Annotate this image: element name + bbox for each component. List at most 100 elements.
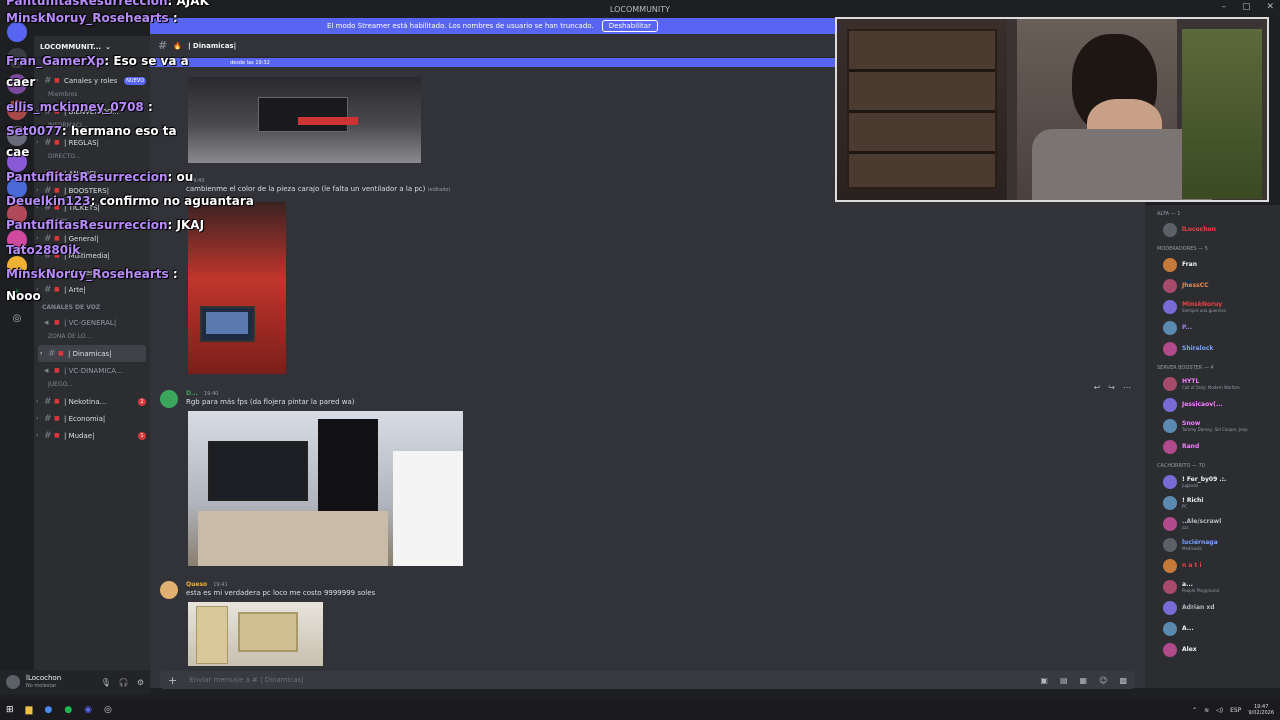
input-language[interactable]: ESP — [1230, 707, 1241, 714]
add-server-icon[interactable]: + — [7, 282, 27, 302]
server-icon[interactable] — [7, 48, 27, 68]
channel-sidebar: LOCOMMUNIT... ⌄ Mejoras › # ■ Canales y role… — [34, 36, 150, 688]
member-item[interactable]: n a t i — [1145, 555, 1280, 576]
server-icon[interactable] — [7, 74, 27, 94]
message-composer[interactable]: + Enviar mensaje a # | Dinamicas| ▣ ▤ ▦ … — [160, 671, 1135, 689]
channel-item[interactable]: › # ■ | ANUNCI... — [34, 165, 150, 182]
message-image[interactable] — [188, 411, 463, 566]
avatar[interactable] — [6, 675, 20, 689]
discord-icon[interactable]: ◉ — [84, 705, 92, 715]
avatar[interactable] — [160, 581, 178, 599]
forward-icon[interactable]: ↪ — [1108, 383, 1115, 392]
channel-item[interactable]: › # ■ | Nekotina... 2 — [34, 393, 150, 410]
server-header[interactable]: LOCOMMUNIT... ⌄ — [34, 36, 150, 58]
member-item[interactable]: Rand — [1145, 436, 1280, 457]
headphones-icon[interactable]: 🎧 — [119, 678, 129, 687]
channel-item[interactable]: › # ■ | BIENVENIDO... — [34, 103, 150, 120]
channel-item[interactable]: › # ■ | TICKETS| — [34, 199, 150, 216]
message-input[interactable]: Enviar mensaje a # | Dinamicas| — [189, 676, 303, 684]
channel-item[interactable]: › # ■ | BOOSTERS| — [34, 182, 150, 199]
spotify-icon[interactable]: ● — [64, 705, 72, 715]
apps-icon[interactable]: ▩ — [1119, 676, 1127, 685]
channel-item[interactable]: › # ■ | Mudae| 1 — [34, 427, 150, 444]
message-image[interactable] — [188, 77, 421, 163]
avatar[interactable] — [160, 390, 178, 408]
member-item[interactable]: Shiralock — [1145, 338, 1280, 359]
emoji-icon: ■ — [54, 415, 60, 422]
member-name: luciérnaga — [1182, 538, 1218, 546]
message-author[interactable]: D... — [186, 390, 198, 397]
server-icon[interactable] — [7, 230, 27, 250]
gift-icon[interactable]: ▣ — [1040, 676, 1048, 685]
member-item[interactable]: ..Ale/scrawl zzz — [1145, 513, 1280, 534]
mute-icon[interactable]: 🎙 — [101, 678, 111, 687]
channel-item[interactable]: › # ■ | Arte| — [34, 281, 150, 298]
volume-icon[interactable]: ◁) — [1216, 707, 1223, 714]
server-icon[interactable] — [7, 126, 27, 146]
channel-item[interactable]: › # ■ | Memes| — [34, 264, 150, 281]
hash-icon: # — [44, 267, 52, 278]
wifi-icon[interactable]: ≋ — [1204, 707, 1209, 714]
channel-item[interactable]: › # ■ | Economia| — [34, 410, 150, 427]
voice-category[interactable]: CANALES DE VOZ — [34, 298, 150, 314]
channel-item[interactable]: › # ■ | General| — [34, 230, 150, 247]
more-icon[interactable]: ⋯ — [1123, 383, 1131, 392]
chevron-up-icon[interactable]: ⌃ — [1192, 707, 1197, 714]
chat-message[interactable]: D... 19:40 Rgb para más fps (da flojera … — [160, 390, 355, 408]
message-image[interactable] — [188, 602, 323, 666]
gear-icon[interactable]: ⚙ — [137, 678, 144, 687]
emoji-icon[interactable]: ☺ — [1099, 676, 1107, 685]
member-item[interactable]: Fran — [1145, 254, 1280, 275]
message-image[interactable] — [188, 202, 286, 374]
disable-streamer-button[interactable]: Deshabilitar — [601, 20, 658, 32]
member-item[interactable]: P... — [1145, 317, 1280, 338]
member-item[interactable]: JhessCC — [1145, 275, 1280, 296]
server-icon[interactable] — [7, 152, 27, 172]
maximize-button[interactable]: ▢ — [1242, 2, 1251, 12]
discord-home-icon[interactable] — [7, 22, 27, 42]
channel-item[interactable]: › # ■ Canales y roles NUEVO — [34, 72, 150, 89]
chrome-icon[interactable]: ● — [44, 705, 52, 715]
minimize-button[interactable]: – — [1221, 2, 1226, 12]
message-author[interactable]: Queso — [186, 581, 207, 588]
obs-icon[interactable]: ◎ — [104, 705, 112, 715]
chat-message[interactable]: 19:40 cambienme el color de la pieza car… — [160, 177, 450, 195]
member-item[interactable]: ! Richi PC — [1145, 492, 1280, 513]
server-icon[interactable] — [7, 256, 27, 276]
member-item[interactable]: Jessicaov(... — [1145, 394, 1280, 415]
add-attachment-icon[interactable]: + — [168, 674, 177, 687]
sticker-icon[interactable]: ▦ — [1080, 676, 1088, 685]
server-icon[interactable] — [7, 100, 27, 120]
member-item[interactable]: A... — [1145, 618, 1280, 639]
member-name: A... — [1182, 625, 1194, 632]
clock[interactable]: 19:47 9/02/2026 — [1248, 704, 1274, 716]
server-icon[interactable] — [7, 204, 27, 224]
server-icon[interactable] — [7, 178, 27, 198]
member-item[interactable]: Alex — [1145, 639, 1280, 660]
file-explorer-icon[interactable]: ▆ — [26, 705, 33, 715]
member-item[interactable]: luciérnaga Medicesib — [1145, 534, 1280, 555]
channel-item[interactable]: › # ■ | Dinamicas| — [38, 345, 146, 362]
member-item[interactable]: lLocochon — [1145, 219, 1280, 240]
explore-icon[interactable]: ◎ — [7, 308, 27, 328]
member-item[interactable]: MinskNoruy Siempre una guerrera — [1145, 296, 1280, 317]
chat-message[interactable]: Queso 19:41 esta es mi verdadera pc loco… — [160, 581, 375, 599]
member-name: Fran — [1182, 261, 1197, 268]
channel-item[interactable]: ◂ ■ | VC-GENERAL| — [34, 314, 150, 331]
member-item[interactable]: a... People Playground — [1145, 576, 1280, 597]
member-item[interactable]: Snow Tommy Darney, Sid Cooper, Jeep — [1145, 415, 1280, 436]
reply-icon[interactable]: ↩ — [1094, 383, 1101, 392]
member-item[interactable]: HYTL Call of Duty: Modern Warfare — [1145, 373, 1280, 394]
close-button[interactable]: ✕ — [1266, 2, 1274, 12]
hash-icon: # — [44, 233, 52, 244]
voice-channel-list: ◂ ■ | VC-GENERAL| ZONA DE LO... › # ■ | Dinamic… — [34, 314, 150, 444]
chevron-right-icon: › — [36, 398, 39, 405]
member-item[interactable]: ! Fer_by09 .:. jugando — [1145, 471, 1280, 492]
emoji-icon: ■ — [58, 350, 64, 357]
member-item[interactable]: Adrian xd — [1145, 597, 1280, 618]
channel-item[interactable]: › # ■ | Multimedia| — [34, 247, 150, 264]
channel-item[interactable]: ◂ ■ | VC-DINAMICA... — [34, 362, 150, 379]
windows-start-icon[interactable]: ⊞ — [6, 705, 14, 715]
gif-icon[interactable]: ▤ — [1060, 676, 1068, 685]
channel-item[interactable]: › # ■ | REGLAS| — [34, 134, 150, 151]
